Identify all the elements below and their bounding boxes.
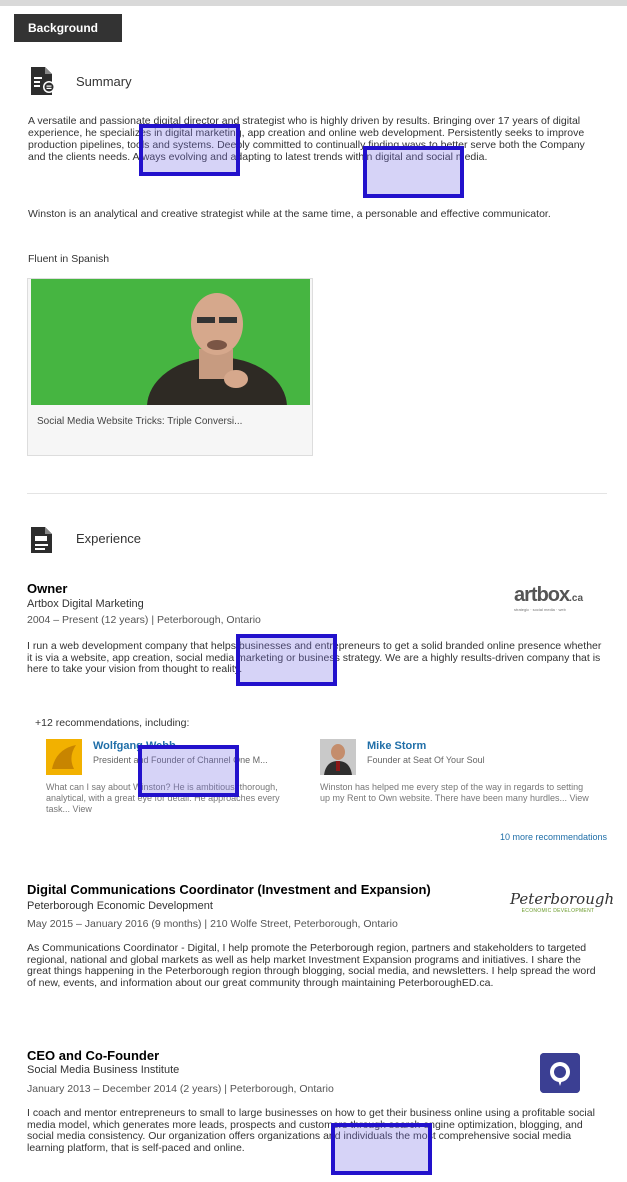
job-meta: January 2013 – December 2014 (2 years) |…	[27, 1083, 334, 1095]
more-recommendations-link[interactable]: 10 more recommendations	[500, 832, 607, 842]
recommender-avatar[interactable]	[46, 739, 82, 775]
job-title-ceo: CEO and Co-Founder	[27, 1048, 160, 1063]
highlight-box	[236, 634, 337, 686]
summary-paragraph-2: Winston is an analytical and creative st…	[28, 208, 551, 220]
top-bar	[0, 0, 627, 6]
job-meta: 2004 – Present (12 years) | Peterborough…	[27, 614, 261, 626]
artbox-logo[interactable]: artbox.ca strategic · social media · web	[514, 584, 606, 614]
job-description: I coach and mentor entrepreneurs to smal…	[27, 1107, 595, 1154]
artbox-logo-text: artbox	[514, 584, 570, 606]
highlight-box	[139, 124, 240, 176]
experience-document-icon	[29, 526, 55, 554]
peterborough-logo-tagline: ECONOMIC DEVELOPMENT	[521, 908, 595, 914]
recommender-avatar[interactable]	[320, 739, 356, 775]
background-tab[interactable]: Background	[14, 14, 122, 42]
highlight-box	[331, 1123, 432, 1175]
section-divider	[27, 493, 607, 494]
summary-title: Summary	[76, 74, 132, 89]
experience-title: Experience	[76, 531, 142, 546]
recommender-role: Founder at Seat Of Your Soul	[367, 755, 485, 765]
artbox-logo-suffix: .ca	[569, 593, 584, 604]
job-meta: May 2015 – January 2016 (9 months) | 210…	[27, 918, 398, 930]
job-company[interactable]: Peterborough Economic Development	[27, 900, 213, 912]
video-thumbnail[interactable]	[31, 279, 310, 405]
recommendations-header[interactable]: +12 recommendations, including:	[35, 717, 189, 729]
video-caption[interactable]: Social Media Website Tricks: Triple Conv…	[37, 416, 242, 427]
recommender-name-link[interactable]: Mike Storm	[367, 740, 426, 752]
summary-document-icon	[29, 66, 57, 96]
job-title-digital-communications: Digital Communications Coordinator (Inve…	[27, 882, 431, 897]
job-title-owner: Owner	[27, 581, 68, 596]
job-company[interactable]: Artbox Digital Marketing	[27, 598, 144, 610]
social-media-institute-logo[interactable]	[540, 1053, 580, 1093]
video-card[interactable]: Social Media Website Tricks: Triple Conv…	[27, 278, 313, 456]
job-company[interactable]: Social Media Business Institute	[27, 1064, 179, 1076]
summary-paragraph-3: Fluent in Spanish	[28, 253, 110, 265]
highlight-box	[363, 146, 464, 198]
recommendation-text[interactable]: Winston has helped me every step of the …	[320, 782, 590, 804]
highlight-box	[138, 745, 239, 797]
peterborough-logo-text: Peterborough	[510, 890, 615, 908]
summary-paragraph: A versatile and passionate digital direc…	[28, 115, 585, 163]
peterborough-logo[interactable]: Peterborough ECONOMIC DEVELOPMENT	[510, 890, 615, 924]
artbox-logo-tagline: strategic · social media · web	[514, 607, 566, 612]
job-description: As Communications Coordinator - Digital,…	[27, 942, 596, 989]
